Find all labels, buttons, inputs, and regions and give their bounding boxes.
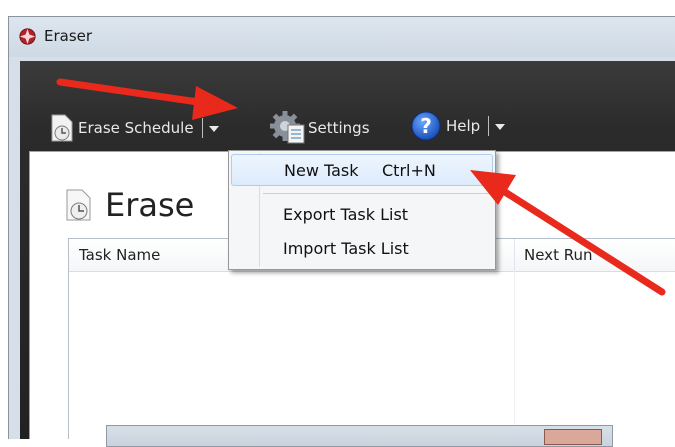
svg-text:?: ? xyxy=(420,114,432,138)
menu-item-new-task[interactable]: New Task Ctrl+N xyxy=(231,154,493,186)
menu-item-shortcut: Ctrl+N xyxy=(382,161,436,180)
erase-schedule-dropdown-menu: New Task Ctrl+N Export Task List Import … xyxy=(228,150,496,270)
column-header-next-run[interactable]: Next Run xyxy=(524,246,592,264)
close-button[interactable] xyxy=(544,429,602,445)
window-title: Eraser xyxy=(44,27,93,45)
background-window xyxy=(106,425,613,447)
chevron-down-icon[interactable] xyxy=(208,126,219,132)
menu-item-label: Import Task List xyxy=(283,239,409,258)
chevron-down-icon[interactable] xyxy=(495,124,506,130)
menu-separator xyxy=(263,193,491,194)
menu-item-import-task-list[interactable]: Import Task List xyxy=(231,233,493,265)
clock-document-icon xyxy=(66,189,91,221)
menu-item-label: Export Task List xyxy=(283,205,409,224)
erase-schedule-button[interactable]: Erase Schedule xyxy=(50,113,219,143)
help-label: Help xyxy=(446,117,481,135)
toolbar: Erase Schedule Settings ? Help xyxy=(20,61,675,144)
column-divider[interactable] xyxy=(514,239,515,271)
menu-item-export-task-list[interactable]: Export Task List xyxy=(231,199,493,231)
settings-button[interactable]: Settings xyxy=(270,111,370,145)
settings-label: Settings xyxy=(308,119,370,137)
erase-schedule-label: Erase Schedule xyxy=(78,119,194,137)
help-icon: ? xyxy=(411,111,441,141)
menu-item-label: New Task xyxy=(284,161,359,180)
toolbar-separator xyxy=(201,118,203,138)
eraser-app-icon xyxy=(19,28,36,45)
help-button[interactable]: ? Help xyxy=(410,110,506,142)
title-bar: Eraser xyxy=(9,17,675,57)
toolbar-separator xyxy=(488,116,490,136)
column-divider xyxy=(514,271,515,439)
clock-document-icon xyxy=(51,114,73,142)
column-header-task-name[interactable]: Task Name xyxy=(79,246,160,264)
gear-icon xyxy=(270,111,305,144)
page-title: Erase xyxy=(105,186,195,224)
